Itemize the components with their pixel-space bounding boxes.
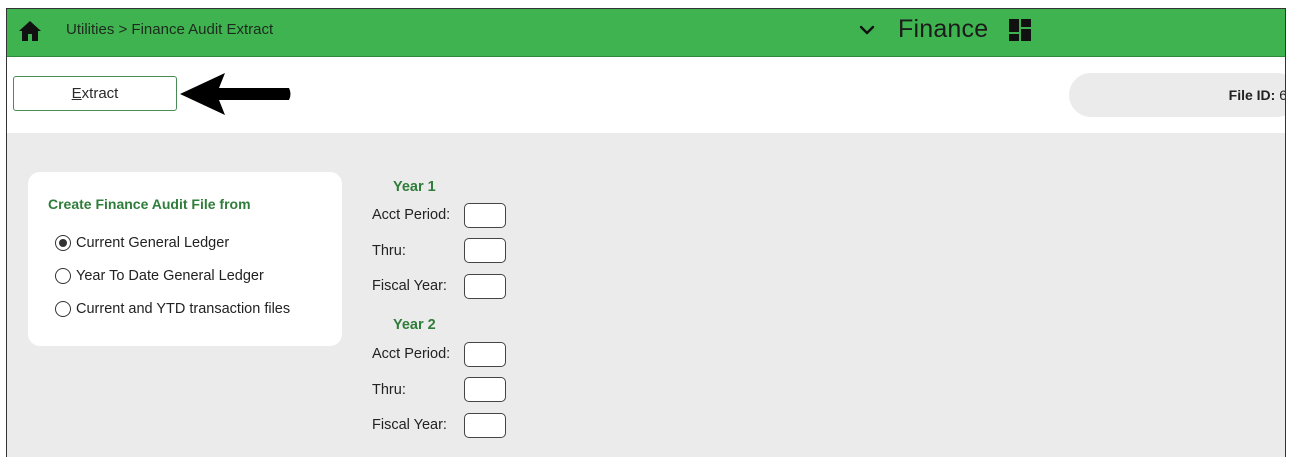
year-2-heading: Year 2 bbox=[393, 317, 436, 333]
year-1-acct-period-label: Acct Period: bbox=[372, 207, 451, 223]
year-2-thru-input[interactable] bbox=[464, 377, 506, 402]
radio-option-transaction-files[interactable]: Current and YTD transaction files bbox=[55, 299, 290, 319]
home-icon[interactable] bbox=[18, 20, 42, 42]
app-window: Utilities > Finance Audit Extract Financ… bbox=[6, 8, 1286, 457]
source-options-title: Create Finance Audit File from bbox=[48, 196, 251, 212]
file-id-label: File ID: bbox=[1228, 87, 1276, 103]
extract-button-label: xtract bbox=[81, 85, 119, 102]
module-title[interactable]: Finance bbox=[898, 15, 988, 44]
toolbar: Extract File ID: 6 bbox=[7, 57, 1285, 133]
source-options-card: Create Finance Audit File from Current G… bbox=[28, 172, 342, 346]
year-1-fiscal-year-input[interactable] bbox=[464, 274, 506, 299]
radio-option-ytd-gl[interactable]: Year To Date General Ledger bbox=[55, 266, 264, 286]
radio-button[interactable] bbox=[55, 301, 71, 317]
year-2-fiscal-year-label: Fiscal Year: bbox=[372, 417, 447, 433]
year-1-thru-label: Thru: bbox=[372, 243, 406, 259]
chevron-down-icon[interactable] bbox=[859, 22, 875, 38]
year-2-fiscal-year-input[interactable] bbox=[464, 413, 506, 438]
year-2-acct-period-label: Acct Period: bbox=[372, 346, 451, 362]
radio-button[interactable] bbox=[55, 268, 71, 284]
radio-label: Current General Ledger bbox=[76, 235, 230, 251]
radio-option-current-gl[interactable]: Current General Ledger bbox=[55, 233, 229, 253]
year-1-fiscal-year-label: Fiscal Year: bbox=[372, 278, 447, 294]
radio-button[interactable] bbox=[55, 235, 71, 251]
year-1-heading: Year 1 bbox=[393, 179, 436, 195]
year-2-thru-label: Thru: bbox=[372, 382, 406, 398]
extract-button[interactable]: Extract bbox=[13, 76, 177, 111]
file-id-value: 6 bbox=[1279, 87, 1285, 103]
year-1-acct-period-input[interactable] bbox=[464, 203, 506, 228]
radio-label: Year To Date General Ledger bbox=[76, 268, 264, 284]
arrow-left-icon bbox=[180, 73, 291, 115]
extract-button-accesskey: E bbox=[71, 85, 82, 102]
year-1-thru-input[interactable] bbox=[464, 238, 506, 263]
grid-icon[interactable] bbox=[1008, 18, 1032, 42]
top-navigation-bar: Utilities > Finance Audit Extract Financ… bbox=[7, 9, 1285, 57]
file-id-badge: File ID: 6 bbox=[1069, 73, 1285, 117]
breadcrumb[interactable]: Utilities > Finance Audit Extract bbox=[66, 21, 273, 38]
radio-label: Current and YTD transaction files bbox=[76, 301, 291, 317]
year-2-acct-period-input[interactable] bbox=[464, 342, 506, 367]
